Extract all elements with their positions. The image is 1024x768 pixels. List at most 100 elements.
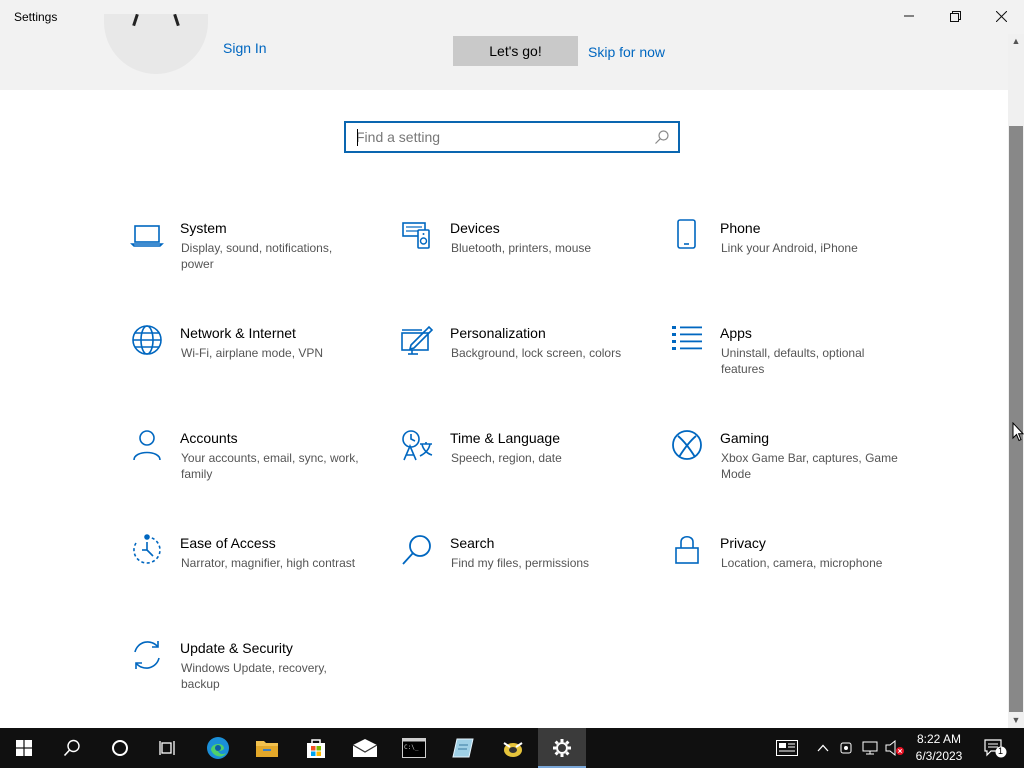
start-button[interactable] xyxy=(0,728,48,768)
action-center-button[interactable]: 1 xyxy=(980,728,1010,768)
sync-icon xyxy=(130,638,164,672)
magnifier-icon xyxy=(400,533,434,567)
category-name: Personalization xyxy=(450,325,546,341)
category-name: Accounts xyxy=(180,430,238,446)
edge-taskbar-button[interactable] xyxy=(194,728,242,768)
notification-count-badge: 1 xyxy=(998,746,1004,756)
lets-go-button[interactable]: Let's go! xyxy=(453,36,578,66)
taskbar-clock[interactable]: 8:22 AM 6/3/2023 xyxy=(910,731,968,765)
find-setting-search-box[interactable] xyxy=(344,121,680,153)
settings-category-update-and-security[interactable]: Update & Security Windows Update, recover… xyxy=(130,638,370,708)
volume-muted-icon xyxy=(885,740,904,756)
settings-category-time-and-language[interactable]: Time & Language Speech, region, date xyxy=(400,428,640,498)
ease-of-access-icon xyxy=(130,533,164,567)
cortana-button[interactable] xyxy=(96,728,144,768)
category-description: Wi-Fi, airplane mode, VPN xyxy=(181,346,324,360)
settings-icon xyxy=(553,739,571,757)
news-widget-button[interactable] xyxy=(772,728,802,768)
category-description: Your accounts, email, sync, work, family xyxy=(181,451,359,481)
settings-category-network-and-internet[interactable]: Network & Internet Wi-Fi, airplane mode, … xyxy=(130,323,370,393)
taskbar: C:\_ 8:22 AM 6/3/2023 1 xyxy=(0,728,1024,768)
notification-icon xyxy=(984,739,1007,758)
category-name: Phone xyxy=(720,220,761,236)
category-description: Display, sound, notifications, power xyxy=(181,241,333,271)
category-name: System xyxy=(180,220,227,236)
text-caret xyxy=(357,129,358,146)
apps-list-icon xyxy=(670,323,704,357)
close-button[interactable] xyxy=(978,0,1024,32)
settings-category-personalization[interactable]: Personalization Background, lock screen, … xyxy=(400,323,640,393)
mouse-cursor-icon xyxy=(1012,422,1024,442)
settings-category-apps[interactable]: Apps Uninstall, defaults, optional featur… xyxy=(670,323,910,393)
file-explorer-icon xyxy=(256,741,278,757)
close-icon xyxy=(995,10,1007,22)
settings-category-phone[interactable]: Phone Link your Android, iPhone xyxy=(670,218,910,288)
category-name: Ease of Access xyxy=(180,535,276,551)
search-input[interactable] xyxy=(356,128,646,146)
globe-icon xyxy=(130,323,164,357)
skip-for-now-link[interactable]: Skip for now xyxy=(588,44,665,60)
news-icon xyxy=(776,740,798,756)
taskbar-search-button[interactable] xyxy=(48,728,96,768)
app-taskbar-button[interactable] xyxy=(489,728,537,768)
network-icon xyxy=(862,741,878,755)
category-description: Windows Update, recovery, backup xyxy=(181,661,327,691)
terminal-taskbar-button[interactable]: C:\_ xyxy=(390,728,438,768)
search-icon xyxy=(63,739,80,757)
category-name: Privacy xyxy=(720,535,766,551)
category-name: Search xyxy=(450,535,495,551)
store-taskbar-button[interactable] xyxy=(292,728,340,768)
category-description: Uninstall, defaults, optional features xyxy=(721,346,865,376)
mail-icon xyxy=(352,739,378,757)
category-name: Update & Security xyxy=(180,640,293,656)
sign-in-link[interactable]: Sign In xyxy=(223,40,267,56)
category-name: Apps xyxy=(720,325,752,341)
category-description: Find my files, permissions xyxy=(451,556,590,570)
settings-category-accounts[interactable]: Accounts Your accounts, email, sync, work… xyxy=(130,428,370,498)
clock-date: 6/3/2023 xyxy=(915,749,963,763)
edge-icon xyxy=(207,737,229,759)
chevron-up-icon xyxy=(817,744,829,752)
category-name: Network & Internet xyxy=(180,325,296,341)
cortana-icon xyxy=(112,740,128,756)
lock-icon xyxy=(670,533,704,567)
scroll-up-arrow[interactable]: ▲ xyxy=(1008,34,1024,48)
time-language-icon xyxy=(400,428,434,462)
minimize-icon xyxy=(904,15,914,17)
category-description: Speech, region, date xyxy=(451,451,562,465)
settings-category-system[interactable]: System Display, sound, notifications, pow… xyxy=(130,218,370,288)
devices-icon xyxy=(400,218,434,252)
settings-category-gaming[interactable]: Gaming Xbox Game Bar, captures, Game Mode xyxy=(670,428,910,498)
account-banner: Sign In Let's go! Skip for now xyxy=(0,14,1008,90)
minimize-button[interactable] xyxy=(886,0,932,32)
mail-taskbar-button[interactable] xyxy=(341,728,389,768)
laptop-icon xyxy=(130,218,164,252)
settings-category-privacy[interactable]: Privacy Location, camera, microphone xyxy=(670,533,910,603)
category-name: Devices xyxy=(450,220,500,236)
restore-button[interactable] xyxy=(932,0,978,32)
task-view-icon xyxy=(159,741,175,755)
tray-device-icon-button[interactable] xyxy=(838,728,854,768)
settings-category-search[interactable]: Search Find my files, permissions xyxy=(400,533,640,603)
category-name: Gaming xyxy=(720,430,770,446)
settings-taskbar-button[interactable] xyxy=(538,728,586,768)
category-description: Link your Android, iPhone xyxy=(721,241,858,255)
notepad-icon xyxy=(452,738,474,758)
svg-text:C:\_: C:\_ xyxy=(404,744,419,751)
scroll-down-arrow[interactable]: ▼ xyxy=(1008,713,1024,727)
start-icon xyxy=(16,740,32,756)
category-description: Xbox Game Bar, captures, Game Mode xyxy=(721,451,898,481)
notepad-taskbar-button[interactable] xyxy=(439,728,487,768)
task-view-button[interactable] xyxy=(144,728,192,768)
settings-category-devices[interactable]: Devices Bluetooth, printers, mouse xyxy=(400,218,640,288)
settings-category-ease-of-access[interactable]: Ease of Access Narrator, magnifier, high … xyxy=(130,533,370,603)
show-hidden-icons-button[interactable] xyxy=(814,728,832,768)
search-icon[interactable] xyxy=(654,129,670,145)
file-explorer-taskbar-button[interactable] xyxy=(243,728,291,768)
network-button[interactable] xyxy=(860,728,880,768)
clock-time: 8:22 AM xyxy=(916,732,962,746)
volume-button[interactable] xyxy=(884,728,906,768)
avatar xyxy=(104,14,208,74)
scrollbar-thumb[interactable] xyxy=(1009,126,1023,712)
window-title: Settings xyxy=(14,10,58,24)
